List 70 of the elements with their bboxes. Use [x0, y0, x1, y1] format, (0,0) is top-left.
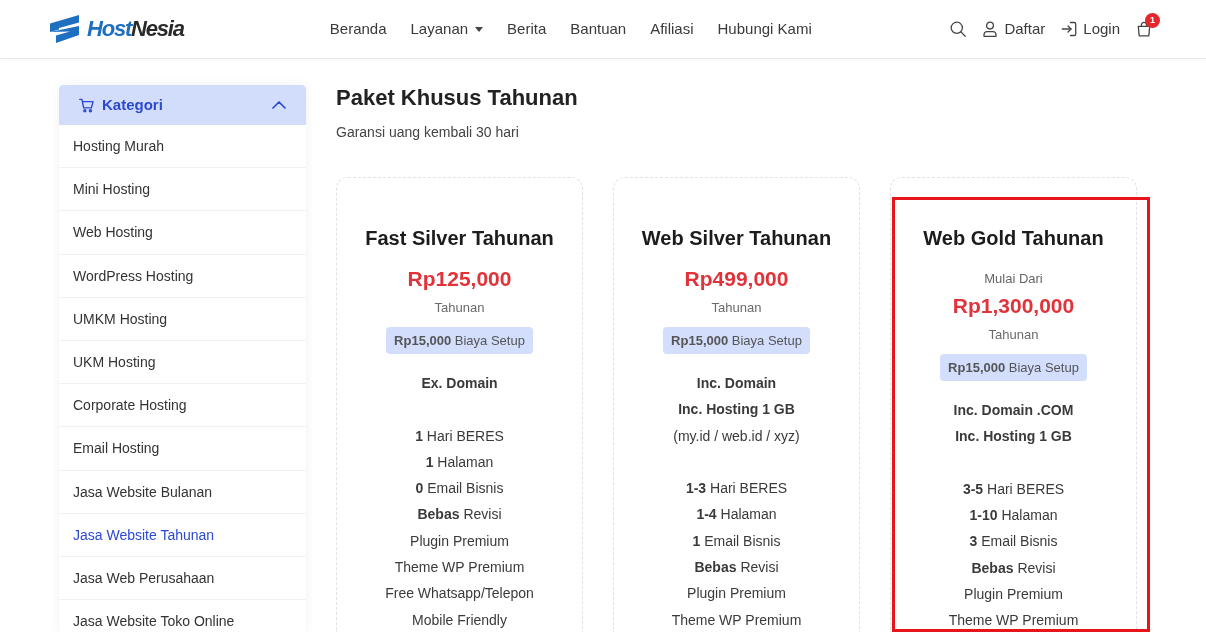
plan-feature: Theme WP Premium: [393, 558, 526, 578]
plan-include: Inc. Hosting 1 GB: [677, 400, 796, 420]
plan-feature: Plugin Premium: [686, 584, 787, 604]
category-link[interactable]: Web Hosting: [59, 211, 306, 255]
plan-feature: 1 Email Bisnis: [691, 531, 782, 551]
plan-feature: 1 Halaman: [424, 452, 495, 472]
category-link[interactable]: Corporate Hosting: [59, 384, 306, 428]
plan-include: Inc. Domain .COM: [952, 401, 1075, 420]
billing-period: Tahunan: [433, 299, 486, 317]
plan-feature: 0 Email Bisnis: [414, 479, 505, 499]
category-link[interactable]: Email Hosting: [59, 427, 306, 471]
login-link[interactable]: Login: [1061, 17, 1120, 41]
register-link[interactable]: Daftar: [982, 17, 1046, 41]
setup-fee-badge: Rp15,000 Biaya Setup: [663, 327, 810, 354]
cart-icon: [79, 97, 94, 113]
plan-feature: Bebas Revisi: [970, 558, 1057, 578]
category-link[interactable]: Mini Hosting: [59, 168, 306, 212]
price-prefix: Mulai Dari: [983, 270, 1044, 288]
login-icon: [1061, 21, 1078, 37]
plan-feature: Plugin Premium: [963, 585, 1064, 605]
setup-fee-badge: Rp15,000 Biaya Setup: [386, 327, 533, 354]
plan-feature: Bebas Revisi: [693, 558, 780, 578]
nav-link[interactable]: Hubungi Kami: [717, 17, 812, 41]
plan-feature: Mobile Friendly: [411, 610, 508, 630]
plan-feature: Plugin Premium: [409, 531, 510, 551]
setup-fee-badge: Rp15,000 Biaya Setup: [940, 354, 1087, 381]
nav-link[interactable]: Bantuan: [570, 17, 627, 41]
plan-feature: Free Whatsapp/Telepon: [384, 584, 535, 604]
plan-name: Web Silver Tahunan: [640, 226, 833, 251]
plan-feature: 1-4 Halaman: [695, 505, 778, 525]
nav-link[interactable]: Layanan: [410, 17, 484, 41]
category-header[interactable]: Kategori: [59, 85, 306, 125]
cart-count-badge: 1: [1145, 13, 1160, 28]
logo-icon[interactable]: [50, 15, 79, 43]
plan-price: Rp125,000: [406, 266, 513, 292]
bag-icon: [1136, 21, 1152, 37]
category-link[interactable]: Jasa Web Perusahaan: [59, 557, 306, 601]
category-link[interactable]: Hosting Murah: [59, 125, 306, 169]
nav-link[interactable]: Afiliasi: [650, 17, 694, 41]
category-link[interactable]: UMKM Hosting: [59, 297, 306, 341]
plan-name: Fast Silver Tahunan: [364, 226, 555, 251]
category-link[interactable]: WordPress Hosting: [59, 254, 306, 298]
page-title: Paket Khusus Tahunan: [336, 85, 579, 111]
category-link[interactable]: Jasa Website Toko Online: [59, 600, 306, 632]
category-link[interactable]: Jasa Website Tahunan: [59, 513, 306, 558]
brand-name[interactable]: HostNesia: [87, 18, 184, 40]
plan-feature: 3 Email Bisnis: [968, 532, 1059, 552]
search-icon[interactable]: [950, 21, 967, 37]
plan-price: Rp1,300,000: [951, 293, 1076, 319]
plan-feature: 1 Hari BERES: [414, 426, 505, 446]
plan-feature: Theme WP Premium: [670, 610, 803, 630]
plan-feature: 3-5 Hari BERES: [961, 479, 1066, 499]
plan-feature: Bebas Revisi: [416, 505, 503, 525]
plan-include: Inc. Domain: [695, 374, 778, 393]
plan-price: Rp499,000: [683, 266, 790, 292]
plan-include: Inc. Hosting 1 GB: [954, 427, 1073, 447]
category-link[interactable]: UKM Hosting: [59, 341, 306, 385]
user-icon: [982, 21, 999, 37]
plan-feature: 1-10 Halaman: [968, 506, 1059, 526]
billing-period: Tahunan: [710, 299, 763, 317]
nav-link[interactable]: Beranda: [329, 17, 387, 41]
category-link[interactable]: Jasa Website Bulanan: [59, 470, 306, 514]
billing-period: Tahunan: [987, 326, 1040, 344]
plan-include: (my.id / web.id / xyz): [672, 426, 801, 446]
page-subtitle: Garansi uang kembali 30 hari: [336, 123, 520, 142]
plan-name: Web Gold Tahunan: [922, 226, 1105, 251]
plan-feature: Theme WP Premium: [947, 611, 1080, 631]
nav-link[interactable]: Berita: [507, 17, 547, 41]
plan-feature: 1-3 Hari BERES: [684, 479, 789, 499]
plan-include: Ex. Domain: [420, 374, 499, 393]
